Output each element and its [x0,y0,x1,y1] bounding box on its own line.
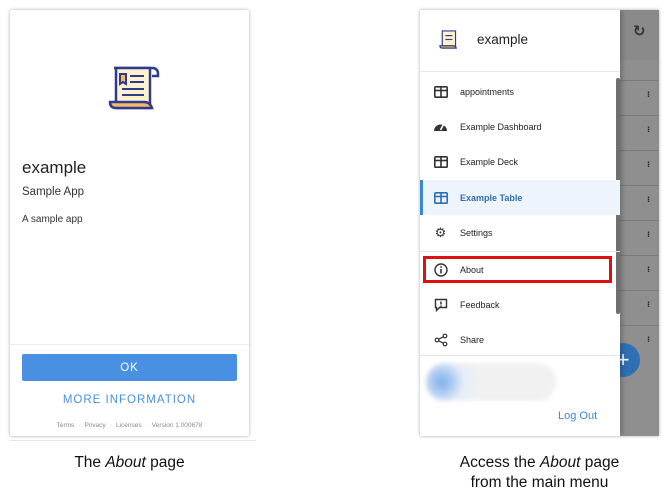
menu-item-example-dashboard[interactable]: Example Dashboard [420,109,620,144]
scroll-logo-icon [108,66,160,110]
app-description: A sample app [22,214,83,225]
dashboard-icon [433,119,448,134]
logout-button[interactable]: Log Out [558,410,597,422]
row-menu-icon[interactable]: ⁝ [647,300,651,309]
footer-links: Terms · Privacy · Licenses · Version 1.000678 [56,422,203,429]
user-account-blurred[interactable] [426,363,556,401]
table-icon [433,84,448,99]
drawer-screen: ↻ ⁝ ⁝ ⁝ ⁝ ⁝ ⁝ ⁝ ⁝ + example appointments… [420,10,659,436]
about-highlight-box [423,256,612,283]
menu-item-example-table[interactable]: Example Table [420,180,620,215]
licenses-link[interactable]: Licenses [116,422,142,429]
background-row-divider [620,290,659,291]
caption-text: The [74,454,106,471]
feedback-icon [433,297,448,312]
menu-item-settings[interactable]: ⚙ Settings [420,215,620,250]
scroll-logo-icon [439,30,458,49]
menu-item-label: appointments [460,86,515,97]
menu-item-label: Settings [460,227,493,238]
more-information-button[interactable]: MORE INFORMATION [10,394,249,406]
caption-emphasis: About [539,454,581,471]
row-menu-icon[interactable]: ⁝ [647,195,651,204]
caption-right: Access the About page from the main menu [420,453,659,493]
menu-item-feedback[interactable]: Feedback [420,287,620,322]
menu-item-label: Example Table [460,192,523,203]
row-menu-icon[interactable]: ⁝ [647,90,651,99]
background-toolbar: ↻ [620,10,659,60]
table-icon [433,154,448,169]
row-menu-icon[interactable]: ⁝ [647,230,651,239]
share-icon [433,332,448,347]
terms-link[interactable]: Terms [57,422,75,429]
menu-item-label: Example Deck [460,156,519,167]
caption-text: from the main menu [470,474,609,491]
drawer-app-name: example [477,32,529,47]
drawer-header: example [420,10,620,72]
app-name: example [22,158,87,177]
background-row-divider [620,325,659,326]
menu-separator [420,355,620,356]
menu-item-appointments[interactable]: appointments [420,74,620,109]
caption-left: The About page [10,453,249,473]
menu-item-example-deck[interactable]: Example Deck [420,144,620,179]
caption-emphasis: About [105,454,146,471]
caption-text: page [145,454,185,471]
background-row-divider [620,150,659,151]
row-menu-icon[interactable]: ⁝ [647,335,651,344]
background-row-divider [620,185,659,186]
divider [10,440,256,441]
ok-button[interactable]: OK [22,354,237,381]
caption-text: Access the [459,454,540,471]
background-row-divider [620,220,659,221]
navigation-drawer: example appointments Example Dashboard E… [420,10,620,436]
table-icon [433,190,448,205]
version-text: Version 1.000678 [151,422,203,429]
gear-icon: ⚙ [434,224,447,240]
row-menu-icon[interactable]: ⁝ [647,125,651,134]
refresh-icon[interactable]: ↻ [633,22,649,40]
menu-item-label: Share [460,334,485,345]
divider [10,344,249,345]
background-row-divider [620,80,659,81]
privacy-link[interactable]: Privacy [84,422,105,429]
caption-text: page [580,454,620,471]
about-page-screen: example Sample App A sample app OK MORE … [10,10,249,436]
row-menu-icon[interactable]: ⁝ [647,265,651,274]
row-menu-icon[interactable]: ⁝ [647,160,651,169]
app-subtitle: Sample App [22,186,85,198]
menu-item-share[interactable]: Share [420,322,620,357]
menu-item-label: Example Dashboard [460,121,542,132]
screenshot-stage: example Sample App A sample app OK MORE … [0,0,666,504]
background-row-divider [620,115,659,116]
background-row-divider [620,255,659,256]
menu-item-label: Feedback [460,299,500,310]
